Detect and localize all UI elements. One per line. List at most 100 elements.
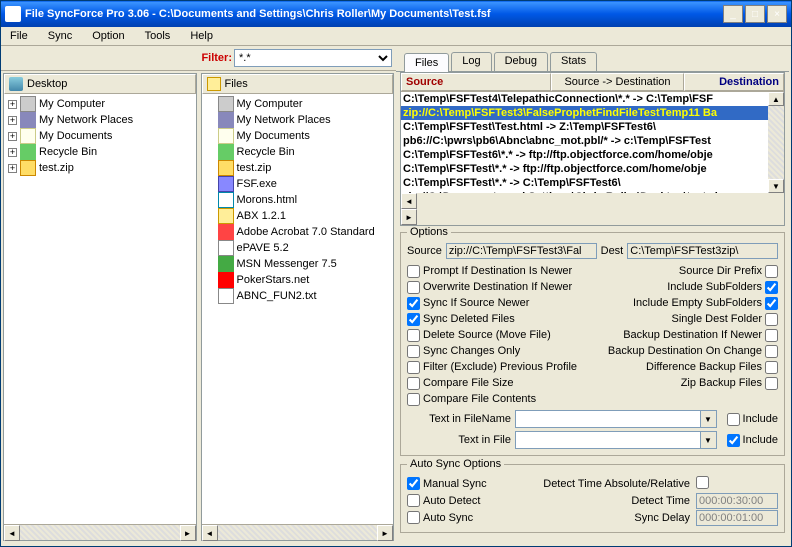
opt-check[interactable]	[765, 297, 778, 310]
tree-item[interactable]: +test.zip	[6, 160, 194, 176]
file-row[interactable]: C:\Temp\FSFTest6\*.* -> ftp://ftp.object…	[401, 148, 784, 162]
tree-item[interactable]: Recycle Bin	[204, 144, 392, 160]
tab-files[interactable]: Files	[404, 53, 449, 72]
file-row[interactable]: C:\Temp\FSFTest\Test.html -> Z:\Temp\FSF…	[401, 120, 784, 134]
tree-item[interactable]: +My Documents	[6, 128, 194, 144]
expander-icon[interactable]: +	[8, 132, 17, 141]
chevron-down-icon[interactable]: ▼	[700, 432, 716, 448]
tree-item[interactable]: FSF.exe	[204, 176, 392, 192]
dest-input[interactable]	[627, 243, 778, 259]
html-icon	[218, 192, 234, 208]
h-scrollbar[interactable]: ◄►	[4, 524, 196, 540]
file-row[interactable]: zip://C:\Documents and Settings\Chris Ro…	[401, 190, 784, 193]
tree-item[interactable]: ABNC_FUN2.txt	[204, 288, 392, 304]
tree-item[interactable]: PokerStars.net	[204, 272, 392, 288]
tree-item[interactable]: My Network Places	[204, 112, 392, 128]
auto-check[interactable]	[407, 511, 420, 524]
expander-icon[interactable]: +	[8, 100, 17, 109]
opt-check[interactable]	[407, 377, 420, 390]
network-icon	[218, 112, 234, 128]
include-file-check[interactable]	[727, 434, 740, 447]
expander-icon[interactable]: +	[8, 116, 17, 125]
time-input[interactable]	[696, 493, 778, 509]
source-input[interactable]	[446, 243, 597, 259]
auto-right-check[interactable]	[696, 476, 709, 489]
opt-check[interactable]	[765, 361, 778, 374]
files-list[interactable]: C:\Temp\FSFTest4\TelepathicConnection\*.…	[401, 92, 784, 193]
star-icon	[218, 272, 234, 288]
opt-check[interactable]	[765, 345, 778, 358]
opt-check[interactable]	[407, 265, 420, 278]
tree-item[interactable]: +My Computer	[6, 96, 194, 112]
docs-icon	[20, 128, 36, 144]
tree-header-files[interactable]: Files	[202, 74, 394, 94]
close-button[interactable]: ×	[767, 5, 787, 23]
expander-icon[interactable]: +	[8, 164, 17, 173]
tree-item[interactable]: Morons.html	[204, 192, 392, 208]
opt-check[interactable]	[407, 361, 420, 374]
h-scrollbar[interactable]: ◄►	[202, 524, 394, 540]
text-filename-label: Text in FileName	[407, 413, 511, 425]
tree-files[interactable]: My ComputerMy Network PlacesMy Documents…	[202, 94, 394, 524]
docs-icon	[218, 128, 234, 144]
opt-check[interactable]	[407, 297, 420, 310]
h-scrollbar[interactable]: ◄►	[401, 193, 784, 225]
col-mid: Source -> Destination	[551, 73, 684, 91]
tree-desktop[interactable]: +My Computer+My Network Places+My Docume…	[4, 94, 196, 524]
tree-item[interactable]: +My Network Places	[6, 112, 194, 128]
tab-stats[interactable]: Stats	[550, 52, 597, 71]
tree-item[interactable]: ePAVE 5.2	[204, 240, 392, 256]
col-source[interactable]: Source	[401, 73, 551, 91]
opt-check[interactable]	[407, 281, 420, 294]
menu-help[interactable]: Help	[185, 29, 218, 43]
folder-icon	[218, 208, 234, 224]
opt-check[interactable]	[765, 313, 778, 326]
window-title: File SyncForce Pro 3.06 - C:\Documents a…	[25, 8, 723, 20]
file-row[interactable]: zip://C:\Temp\FSFTest3\FalseProphetFindF…	[401, 106, 784, 120]
opt-check[interactable]	[765, 377, 778, 390]
tree-item[interactable]: My Documents	[204, 128, 392, 144]
file-row[interactable]: C:\Temp\FSFTest\*.* -> C:\Temp\FSFTest6\	[401, 176, 784, 190]
desktop-icon	[9, 77, 23, 91]
time-input[interactable]	[696, 510, 778, 526]
auto-check[interactable]	[407, 494, 420, 507]
options-group: Options Source Dest Prompt If Destinatio…	[400, 232, 785, 456]
tabs: FilesLogDebugStats	[396, 48, 789, 72]
opt-check[interactable]	[407, 313, 420, 326]
tree-item[interactable]: +Recycle Bin	[6, 144, 194, 160]
opt-check[interactable]	[407, 329, 420, 342]
maximize-button[interactable]: □	[745, 5, 765, 23]
v-scrollbar[interactable]: ▲▼	[768, 92, 784, 193]
opt-check[interactable]	[407, 393, 420, 406]
menu-tools[interactable]: Tools	[140, 29, 176, 43]
menu-sync[interactable]: Sync	[43, 29, 77, 43]
file-row[interactable]: C:\Temp\FSFTest4\TelepathicConnection\*.…	[401, 92, 784, 106]
auto-check[interactable]	[407, 477, 420, 490]
include-filename-check[interactable]	[727, 413, 740, 426]
chevron-down-icon[interactable]: ▼	[700, 411, 716, 427]
opt-check[interactable]	[765, 265, 778, 278]
text-file-combo[interactable]: ▼	[515, 431, 717, 449]
file-row[interactable]: C:\Temp\FSFTest\*.* -> ftp://ftp.objectf…	[401, 162, 784, 176]
tab-debug[interactable]: Debug	[494, 52, 548, 71]
tree-item[interactable]: MSN Messenger 7.5	[204, 256, 392, 272]
menu-option[interactable]: Option	[87, 29, 129, 43]
opt-check[interactable]	[407, 345, 420, 358]
minimize-button[interactable]: _	[723, 5, 743, 23]
expander-icon[interactable]: +	[8, 148, 17, 157]
opt-check[interactable]	[765, 281, 778, 294]
file-icon	[218, 240, 234, 256]
file-row[interactable]: pb6://C:\pwrs\pb6\Abnc\abnc_mot.pbl/* ->…	[401, 134, 784, 148]
msn-icon	[218, 256, 234, 272]
tree-item[interactable]: Adobe Acrobat 7.0 Standard	[204, 224, 392, 240]
tree-header-desktop[interactable]: Desktop	[4, 74, 196, 94]
text-filename-combo[interactable]: ▼	[515, 410, 717, 428]
opt-check[interactable]	[765, 329, 778, 342]
menu-file[interactable]: File	[5, 29, 33, 43]
tree-item[interactable]: My Computer	[204, 96, 392, 112]
tree-item[interactable]: ABX 1.2.1	[204, 208, 392, 224]
col-dest[interactable]: Destination	[684, 73, 784, 91]
tab-log[interactable]: Log	[451, 52, 491, 71]
tree-item[interactable]: test.zip	[204, 160, 392, 176]
filter-select[interactable]: *.*	[234, 49, 392, 67]
